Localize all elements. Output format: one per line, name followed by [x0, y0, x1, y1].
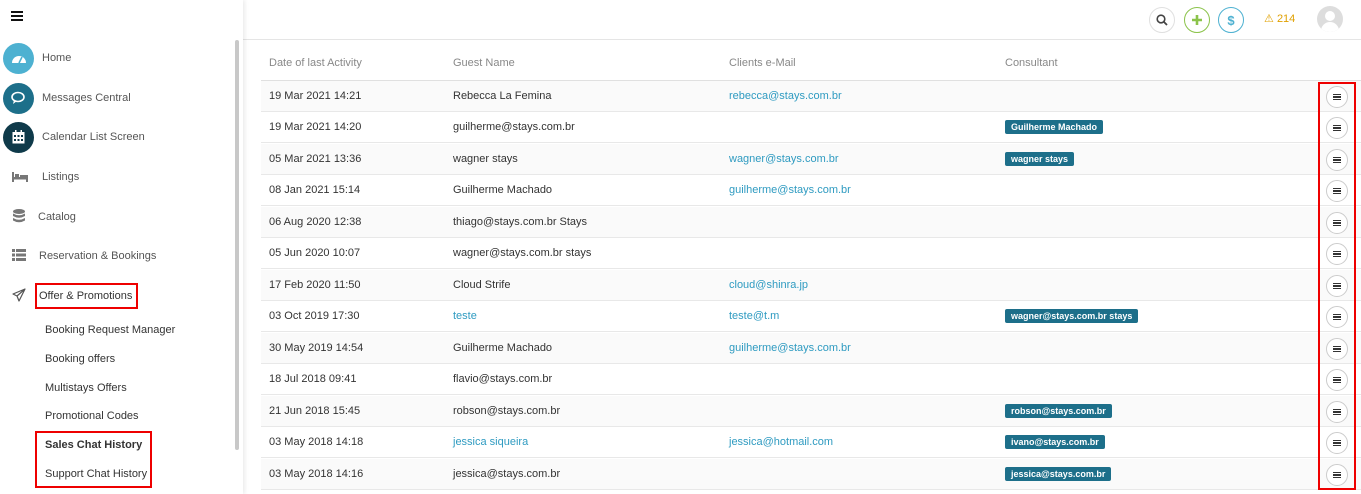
table-row: 17 Feb 2020 11:50 Cloud Strife cloud@shinr…	[261, 270, 1361, 301]
highlight-box	[35, 431, 152, 488]
date-cell: 03 Oct 2019 17:30	[269, 310, 360, 322]
sidebar-item-label: Reservation & Bookings	[39, 250, 157, 262]
date-cell: 19 Mar 2021 14:21	[269, 90, 362, 102]
email-link[interactable]: teste@t.m	[729, 310, 779, 322]
email-link[interactable]: wagner@stays.com.br	[729, 153, 839, 165]
date-cell: 05 Jun 2020 10:07	[269, 247, 361, 259]
table-row: 03 Oct 2019 17:30 teste teste@t.m wagner@st…	[261, 301, 1361, 332]
sidebar-item-listings[interactable]: Listings	[0, 161, 79, 193]
column-header-consultant[interactable]: Consultant	[1005, 57, 1058, 69]
column-header-clients-email[interactable]: Clients e-Mail	[729, 57, 796, 69]
guest-name-cell: Guilherme Machado	[453, 342, 553, 354]
sidebar: Home Messages Central Calendar List Scre…	[0, 0, 243, 494]
guest-name-cell[interactable]: jessica siqueira	[453, 436, 528, 448]
submenu-booking-offers[interactable]: Booking offers	[45, 353, 115, 365]
sidebar-item-home[interactable]: Home	[0, 42, 71, 74]
consultant-badge: Guilherme Machado	[1005, 120, 1104, 134]
add-icon[interactable]	[1184, 7, 1210, 33]
list-icon	[10, 248, 28, 264]
sidebar-item-messages-central[interactable]: Messages Central	[0, 82, 131, 114]
email-link[interactable]: cloud@shinra.jp	[729, 279, 808, 291]
guest-name-cell: Rebecca La Femina	[453, 90, 552, 102]
column-header-guest-name[interactable]: Guest Name	[453, 57, 515, 69]
dashboard-icon	[3, 42, 34, 74]
sidebar-item-catalog[interactable]: Catalog	[0, 201, 76, 233]
chat-icon	[3, 82, 34, 114]
sidebar-item-label: Messages Central	[42, 92, 131, 104]
table-row: 19 Mar 2021 14:21 Rebecca La Femina rebecc…	[261, 81, 1361, 112]
alert-count: 214	[1276, 13, 1296, 25]
consultant-badge: wagner@stays.com.br stays	[1005, 309, 1139, 323]
date-cell: 08 Jan 2021 15:14	[269, 184, 361, 196]
submenu-multistays-offers[interactable]: Multistays Offers	[45, 382, 127, 394]
paper-plane-icon	[10, 287, 28, 305]
submenu-booking-request-manager[interactable]: Booking Request Manager	[45, 324, 175, 336]
date-cell: 06 Aug 2020 12:38	[269, 216, 362, 228]
guest-name-cell: wagner stays	[453, 153, 518, 165]
avatar[interactable]	[1317, 6, 1343, 32]
guest-name-cell: Cloud Strife	[453, 279, 511, 291]
date-cell: 18 Jul 2018 09:41	[269, 373, 357, 385]
table-row: 03 May 2018 14:18 jessica siqueira jessica…	[261, 427, 1361, 458]
date-cell: 19 Mar 2021 14:20	[269, 121, 362, 133]
alert-badge[interactable]: ⚠ 214	[1264, 12, 1295, 25]
date-cell: 03 May 2018 14:18	[269, 436, 364, 448]
guest-name-cell: Guilherme Machado	[453, 184, 553, 196]
calendar-icon	[3, 121, 34, 153]
date-cell: 05 Mar 2021 13:36	[269, 153, 362, 165]
guest-name-cell: wagner@stays.com.br stays	[453, 247, 592, 259]
email-link[interactable]: jessica@hotmail.com	[729, 436, 833, 448]
highlight-box	[35, 283, 138, 309]
consultant-badge: ivano@stays.com.br	[1005, 435, 1105, 449]
guest-name-cell: jessica@stays.com.br	[453, 468, 561, 480]
table-row: 18 Jul 2018 09:41 flavio@stays.com.br	[261, 364, 1361, 395]
submenu-promotional-codes[interactable]: Promotional Codes	[45, 410, 139, 422]
table-row: 19 Mar 2021 14:20 guilherme@stays.com.br G…	[261, 112, 1361, 143]
sidebar-item-label: Catalog	[38, 211, 76, 223]
date-cell: 03 May 2018 14:16	[269, 468, 364, 480]
email-link[interactable]: guilherme@stays.com.br	[729, 342, 851, 354]
warning-icon: ⚠	[1264, 13, 1274, 25]
consultant-badge: jessica@stays.com.br	[1005, 467, 1112, 481]
table-row: 06 Aug 2020 12:38 thiago@stays.com.br Sta…	[261, 207, 1361, 238]
email-link[interactable]: rebecca@stays.com.br	[729, 90, 842, 102]
table-row: 03 May 2018 14:16 jessica@stays.com.br jes…	[261, 459, 1361, 490]
guest-name-cell: guilherme@stays.com.br	[453, 121, 575, 133]
sidebar-scrollbar[interactable]	[235, 40, 239, 450]
consultant-badge: wagner stays	[1005, 152, 1075, 166]
search-icon[interactable]	[1149, 7, 1175, 33]
guest-name-cell: robson@stays.com.br	[453, 405, 561, 417]
hamburger-menu-icon[interactable]	[11, 11, 23, 21]
email-link[interactable]: guilherme@stays.com.br	[729, 184, 851, 196]
table-row: 21 Jun 2018 15:45 robson@stays.com.br robs…	[261, 396, 1361, 427]
guest-name-cell: thiago@stays.com.br Stays	[453, 216, 588, 228]
highlight-box	[1318, 82, 1356, 490]
sidebar-item-label: Calendar List Screen	[42, 131, 145, 143]
top-bar: $ ⚠ 214	[243, 0, 1361, 40]
sidebar-item-calendar-list-screen[interactable]: Calendar List Screen	[0, 121, 145, 153]
table-row: 05 Jun 2020 10:07 wagner@stays.com.br sta…	[261, 238, 1361, 269]
database-icon	[10, 208, 28, 226]
date-cell: 17 Feb 2020 11:50	[269, 279, 361, 291]
sidebar-item-reservation-bookings[interactable]: Reservation & Bookings	[0, 240, 156, 272]
column-header-date[interactable]: Date of last Activity	[269, 57, 362, 69]
table-row: 30 May 2019 14:54 Guilherme Machado guilhe…	[261, 333, 1361, 364]
consultant-badge: robson@stays.com.br	[1005, 404, 1112, 418]
date-cell: 30 May 2019 14:54	[269, 342, 364, 354]
dollar-icon[interactable]: $	[1218, 7, 1244, 33]
table-row: 08 Jan 2021 15:14 Guilherme Machado guilhe…	[261, 175, 1361, 206]
sidebar-item-label: Listings	[42, 171, 80, 183]
sidebar-item-label: Home	[42, 52, 72, 64]
bed-icon	[11, 170, 29, 185]
guest-name-cell: flavio@stays.com.br	[453, 373, 553, 385]
guest-name-cell[interactable]: teste	[453, 310, 477, 322]
date-cell: 21 Jun 2018 15:45	[269, 405, 361, 417]
table-row: 05 Mar 2021 13:36 wagner stays wagner@stay…	[261, 144, 1361, 175]
